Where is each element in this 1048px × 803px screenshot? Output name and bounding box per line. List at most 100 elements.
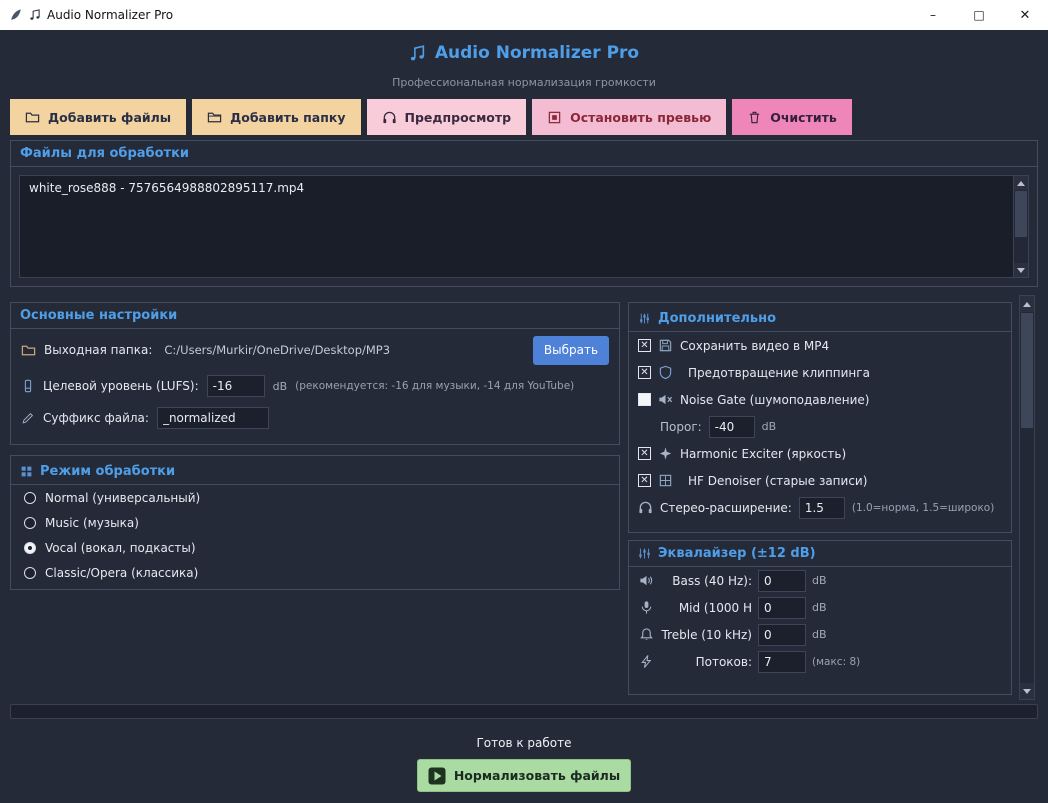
folder-icon [207,110,222,125]
minimize-button[interactable]: – [910,0,956,30]
eq-bass-input[interactable] [758,569,806,592]
scroll-up-button[interactable] [1014,176,1028,190]
checkbox-icon[interactable] [638,339,651,352]
microphone-icon [639,600,654,615]
checkbox-icon[interactable] [638,393,651,406]
stereo-width-input[interactable] [798,496,845,519]
normalize-button[interactable]: Нормализовать файлы [417,759,631,792]
clipping-row[interactable]: Предотвращение клиппинга [629,359,1011,386]
bell-icon [639,627,654,642]
scrollbar-thumb[interactable] [1015,191,1027,237]
stop-preview-button[interactable]: Остановить превью [532,99,727,135]
eq-mid-row: Mid (1000 H dB [629,594,1011,621]
window-title: Audio Normalizer Pro [47,8,174,22]
close-button[interactable]: ✕ [1002,0,1048,30]
scroll-down-button[interactable] [1020,683,1034,699]
checkbox-icon[interactable] [638,366,651,379]
tune-sliders-icon [638,312,651,325]
equalizer-icon [638,547,651,560]
toolbar: Добавить файлы Добавить папку Предпросмо… [10,99,852,135]
eq-mid-input[interactable] [758,596,806,619]
pencil-icon [21,411,35,425]
scrollbar-track[interactable] [1014,190,1028,263]
scroll-down-button[interactable] [1014,263,1028,277]
clipping-label: Предотвращение клиппинга [688,365,870,380]
denoiser-row[interactable]: HF Denoiser (старые записи) [629,467,1011,494]
mode-option-music[interactable]: Music (музыка) [11,510,619,535]
file-list[interactable]: white_rose888 - 7576564988802895117.mp4 [19,175,1029,278]
equalizer-section: Эквалайзер (±12 dB) Bass (40 Hz): dB Mid… [628,540,1012,695]
mute-speaker-icon [658,392,673,407]
preview-label: Предпросмотр [404,109,512,125]
equalizer-title-label: Эквалайзер (±12 dB) [658,546,816,561]
threads-input[interactable] [758,650,806,673]
eq-treble-label: Treble (10 kHz) [661,627,753,642]
eq-bass-label: Bass (40 Hz): [672,573,752,588]
radio-icon[interactable] [24,541,36,554]
mode-option-classic[interactable]: Classic/Opera (классика) [11,560,619,585]
speaker-icon [639,573,654,588]
noise-gate-row[interactable]: Noise Gate (шумоподавление) [629,386,1011,413]
sparkle-icon [658,446,673,461]
add-folder-label: Добавить папку [230,109,346,125]
threshold-input[interactable] [708,415,755,438]
threads-hint: (макс: 8) [812,655,861,668]
mode-option-normal[interactable]: Normal (универсальный) [11,485,619,510]
eq-treble-input[interactable] [758,623,806,646]
folder-open-icon [25,110,40,125]
clear-button[interactable]: Очистить [732,99,852,135]
target-level-unit: dB [272,379,288,393]
maximize-button[interactable]: □ [956,0,1002,30]
choose-folder-button[interactable]: Выбрать [533,335,609,365]
stop-icon [547,110,562,125]
save-disk-icon [658,338,673,353]
radio-icon[interactable] [24,516,36,529]
target-level-label: Целевой уровень (LUFS): [43,379,199,393]
files-section-title: Файлы для обработки [11,141,1037,167]
scrollbar-track[interactable] [1020,312,1034,683]
headphones-icon [382,110,397,125]
advanced-section-title: Дополнительно [629,306,1011,332]
noise-gate-label: Noise Gate (шумоподавление) [680,392,870,407]
window-controls: – □ ✕ [910,0,1048,30]
mode-option-label: Music (музыка) [45,515,139,530]
page-subtitle: Профессиональная нормализация громкости [392,76,656,89]
files-section: Файлы для обработки white_rose888 - 7576… [10,140,1038,287]
file-list-scrollbar[interactable] [1013,176,1028,277]
suffix-row: Суффикс файла: [11,403,619,433]
music-note-icon [409,44,426,62]
threads-row: Потоков: (макс: 8) [629,648,1011,675]
eq-bass-unit: dB [812,574,827,587]
checkbox-icon[interactable] [638,447,651,460]
level-fader-icon [21,379,35,393]
mode-option-label: Classic/Opera (классика) [45,565,199,580]
stereo-width-hint: (1.0=норма, 1.5=широко) [851,501,995,514]
mode-option-vocal[interactable]: Vocal (вокал, подкасты) [11,535,619,560]
main-settings-title: Основные настройки [11,303,619,329]
folder-icon [21,343,36,358]
suffix-input[interactable] [156,407,269,429]
headphones-icon [638,500,653,515]
radio-icon[interactable] [24,491,36,504]
threshold-label: Порог: [660,419,702,434]
stereo-width-label: Стерео-расширение: [660,500,792,515]
checkbox-icon[interactable] [638,474,651,487]
arrow-up-icon [1017,180,1025,186]
target-level-input[interactable] [206,375,265,397]
settings-scrollbar[interactable] [1019,295,1035,700]
radio-icon[interactable] [24,566,36,579]
eq-mid-label: Mid (1000 H [678,600,752,615]
scroll-up-button[interactable] [1020,296,1034,312]
exciter-row[interactable]: Harmonic Exciter (яркость) [629,440,1011,467]
save-mp4-row[interactable]: Сохранить видео в MP4 [629,332,1011,359]
mode-section: Режим обработки Normal (универсальный) M… [10,455,620,590]
file-list-item[interactable]: white_rose888 - 7576564988802895117.mp4 [20,176,1028,200]
preview-button[interactable]: Предпросмотр [366,99,527,135]
add-folder-button[interactable]: Добавить папку [192,99,361,135]
arrow-down-icon [1017,267,1025,273]
eq-treble-unit: dB [812,628,827,641]
target-level-hint: (рекомендуется: -16 для музыки, -14 для … [295,380,575,392]
add-files-button[interactable]: Добавить файлы [10,99,187,135]
play-icon [428,767,446,785]
scrollbar-thumb[interactable] [1021,313,1033,428]
